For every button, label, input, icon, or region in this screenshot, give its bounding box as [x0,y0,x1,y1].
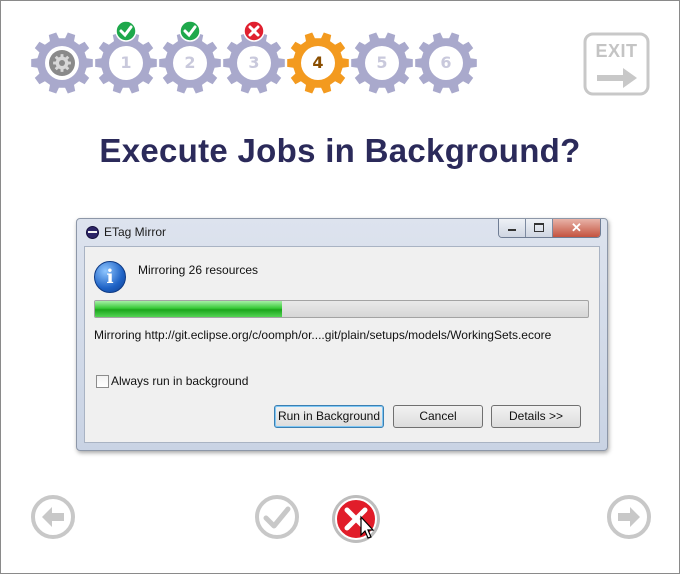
cancel-button[interactable]: Cancel [393,405,483,428]
eclipse-icon [86,226,99,239]
close-icon: ✕ [571,220,582,235]
finish-button[interactable] [254,494,300,540]
dialog-titlebar[interactable]: ETag Mirror ✕ [77,219,607,245]
step-number: 6 [440,53,452,72]
step-number: 5 [376,53,388,72]
window-controls: ✕ [498,219,601,238]
progress-fill [95,301,283,317]
check-badge-icon [115,20,137,42]
cancel-icon [332,495,380,543]
check-badge-icon [179,20,201,42]
checkmark-icon [255,495,299,539]
etag-mirror-dialog: ETag Mirror ✕ i Mirroring 26 resources M… [76,218,608,451]
error-badge-icon [243,20,265,42]
exit-button[interactable]: EXIT [583,32,650,96]
cancel-wizard-button[interactable] [330,493,382,545]
status-message: Mirroring 26 resources [138,263,259,277]
run-in-background-button[interactable]: Run in Background [274,405,384,428]
maximize-button[interactable] [526,219,553,237]
arrow-left-icon [31,495,75,539]
gear-icon [31,32,93,94]
exit-label: EXIT [595,41,638,61]
dialog-body: i Mirroring 26 resources Mirroring http:… [84,246,600,443]
always-background-label[interactable]: Always run in background [111,374,248,388]
step-5[interactable]: 5 [350,31,414,95]
dialog-title: ETag Mirror [104,225,167,239]
details-button[interactable]: Details >> [491,405,581,428]
arrow-right-icon [607,495,651,539]
back-button[interactable] [30,494,76,540]
minimize-button[interactable] [499,219,526,237]
info-icon: i [94,261,126,293]
step-6[interactable]: 6 [414,31,478,95]
close-button[interactable]: ✕ [553,219,600,237]
always-background-checkbox[interactable] [96,375,109,388]
step-number: 4 [312,53,324,72]
progress-detail: Mirroring http://git.eclipse.org/c/oomph… [94,328,552,342]
progress-bar [94,300,589,318]
step-start[interactable] [30,31,94,95]
next-button[interactable] [606,494,652,540]
page-title: Execute Jobs in Background? [99,132,581,169]
step-4[interactable]: 4 [286,31,350,95]
